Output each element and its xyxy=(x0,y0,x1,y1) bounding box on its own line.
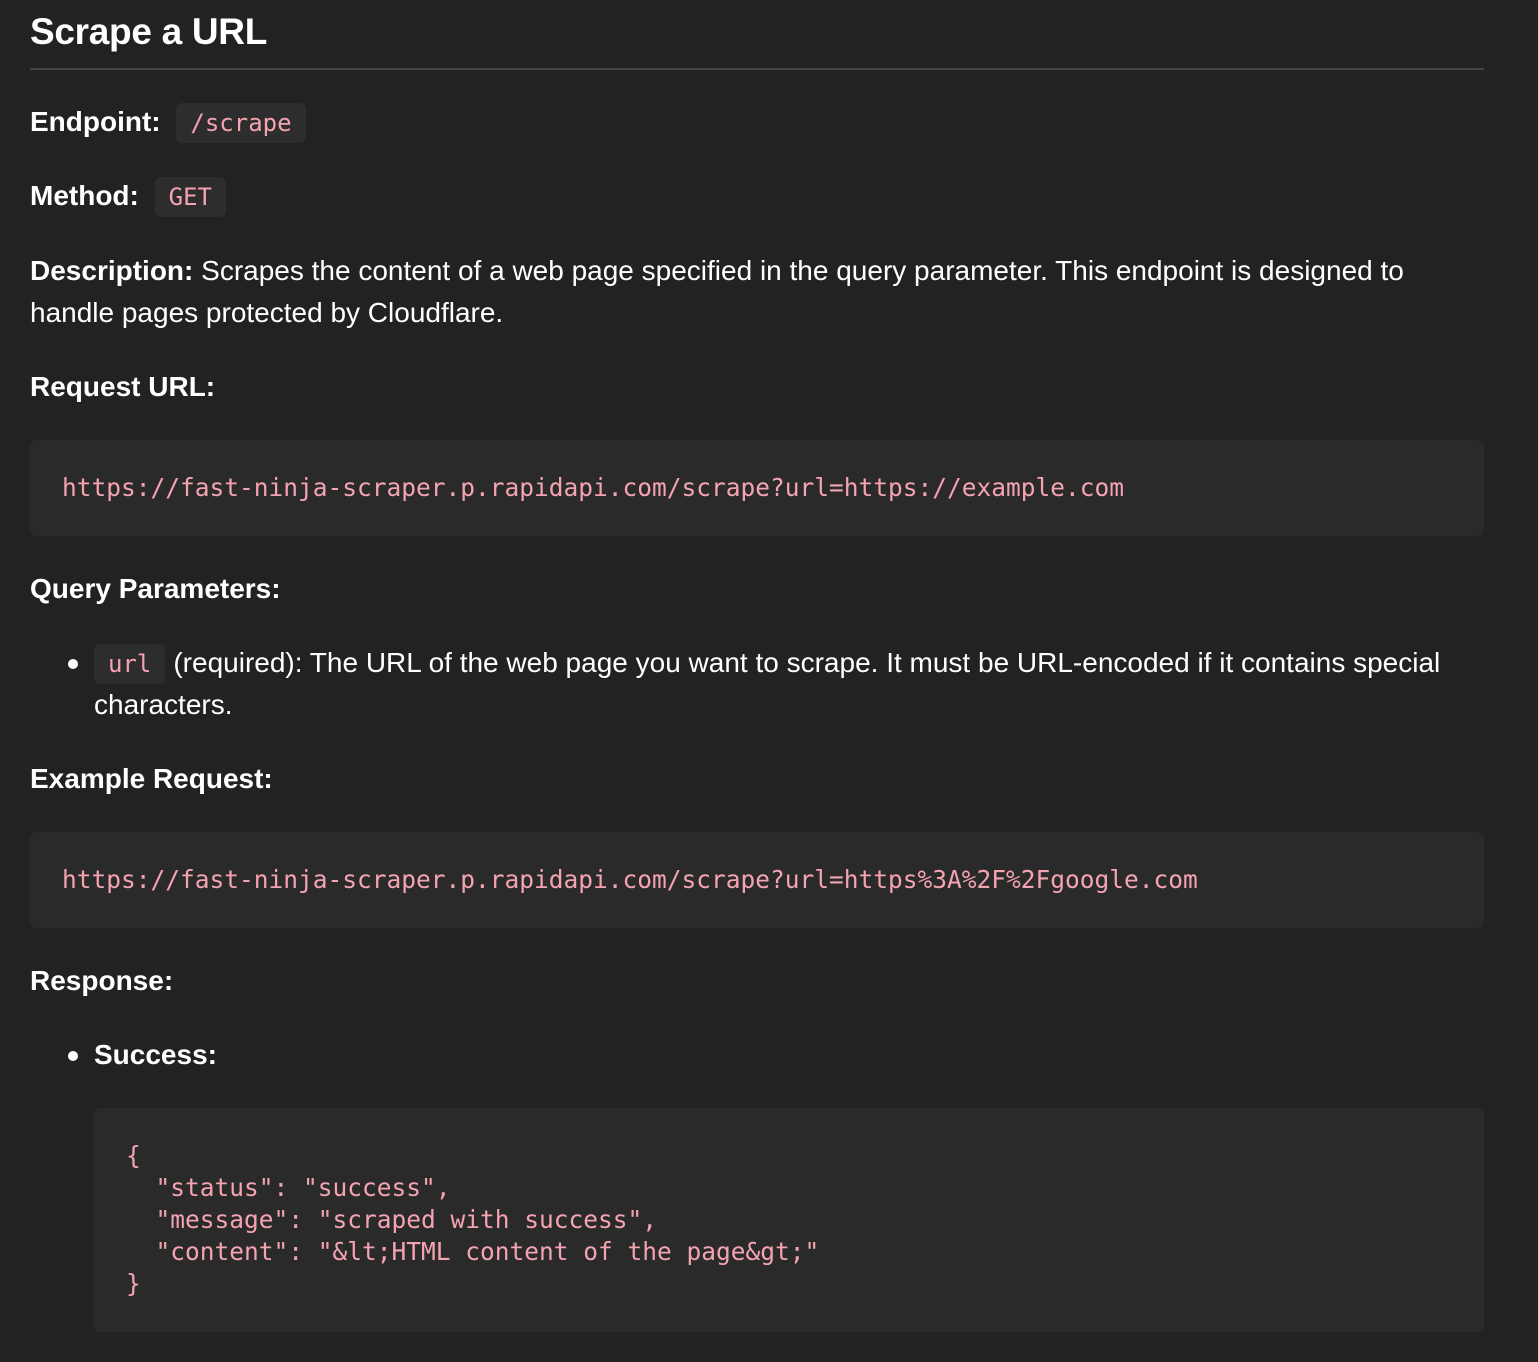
list-item: Success: xyxy=(94,1034,1464,1076)
method-label: Method: xyxy=(30,180,139,211)
example-request-code: https://fast-ninja-scraper.p.rapidapi.co… xyxy=(62,865,1198,894)
success-label: Success: xyxy=(94,1039,217,1070)
method-value: GET xyxy=(154,177,226,217)
description-text: Scrapes the content of a web page specif… xyxy=(30,255,1404,328)
list-item: url (required): The URL of the web page y… xyxy=(94,642,1464,726)
query-parameters-label: Query Parameters: xyxy=(30,573,281,604)
endpoint-row: Endpoint: /scrape xyxy=(30,101,306,143)
method-row: Method: GET xyxy=(30,175,226,217)
param-description: (required): The URL of the web page you … xyxy=(94,647,1441,720)
response-json-code: { "status": "success", "message": "scrap… xyxy=(126,1141,820,1298)
endpoint-value: /scrape xyxy=(176,103,306,143)
list-bullet xyxy=(68,1051,78,1061)
example-request-heading: Example Request: xyxy=(30,758,273,800)
example-request-label: Example Request: xyxy=(30,763,273,794)
description-label: Description: xyxy=(30,255,194,286)
response-json-codeblock: { "status": "success", "message": "scrap… xyxy=(94,1108,1484,1332)
response-label: Response: xyxy=(30,965,174,996)
request-url-code: https://fast-ninja-scraper.p.rapidapi.co… xyxy=(62,473,1125,502)
request-url-label: Request URL: xyxy=(30,371,216,402)
description-paragraph: Description: Scrapes the content of a we… xyxy=(30,250,1484,334)
example-request-codeblock: https://fast-ninja-scraper.p.rapidapi.co… xyxy=(30,832,1484,928)
title-divider xyxy=(30,68,1484,70)
param-name: url xyxy=(94,644,166,684)
request-url-heading: Request URL: xyxy=(30,366,215,408)
page-title: Scrape a URL xyxy=(30,11,267,52)
query-parameters-heading: Query Parameters: xyxy=(30,568,281,610)
endpoint-label: Endpoint: xyxy=(30,106,161,137)
list-bullet xyxy=(68,659,78,669)
request-url-codeblock: https://fast-ninja-scraper.p.rapidapi.co… xyxy=(30,440,1484,536)
response-heading: Response: xyxy=(30,960,173,1002)
